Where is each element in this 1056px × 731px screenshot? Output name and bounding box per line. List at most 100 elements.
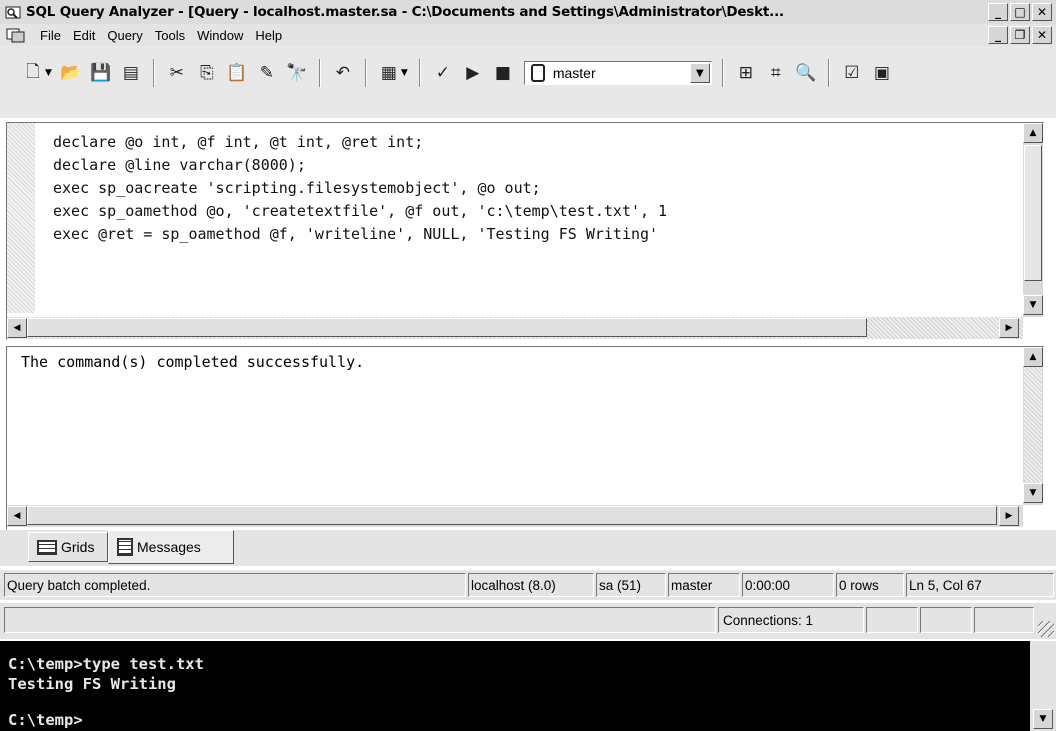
editor-gutter xyxy=(7,123,35,313)
chevron-down-icon[interactable]: ▼ xyxy=(689,63,710,83)
copy-icon[interactable]: ⎘ xyxy=(194,60,220,86)
menu-window[interactable]: Window xyxy=(191,28,249,43)
results-tabs: Grids Messages xyxy=(0,530,1056,566)
scroll-thumb[interactable] xyxy=(1024,145,1042,281)
execution-plan-icon[interactable]: 🔍 xyxy=(793,60,819,86)
toolbar-separator xyxy=(418,59,421,87)
tab-messages-label: Messages xyxy=(137,539,201,555)
document-window-icon[interactable] xyxy=(6,27,26,43)
code-line: exec @ret = sp_oamethod @f, 'writeline',… xyxy=(53,225,659,243)
console-line: C:\temp>type test.txt xyxy=(8,655,204,673)
close-window-button[interactable]: ✕ xyxy=(1032,3,1052,21)
insert-template-icon[interactable]: ▤ xyxy=(118,60,144,86)
find-icon[interactable]: 🔭 xyxy=(284,60,310,86)
properties-icon[interactable]: ☑ xyxy=(839,60,865,86)
resize-grip-icon[interactable] xyxy=(1038,621,1054,637)
new-query-dropdown-icon[interactable]: ▼ xyxy=(45,68,52,78)
undo-icon[interactable]: ↶ xyxy=(330,60,356,86)
window-title: SQL Query Analyzer - [Query - localhost.… xyxy=(26,4,784,20)
status-empty-panel xyxy=(920,607,972,633)
document-close-button[interactable]: ✕ xyxy=(1032,26,1052,44)
results-horizontal-scrollbar[interactable]: ◀ ▶ xyxy=(7,505,1023,527)
status-empty-panel xyxy=(866,607,918,633)
result-message: The command(s) completed successfully. xyxy=(21,353,365,371)
console-scrollbar[interactable]: ▼ xyxy=(1030,641,1056,731)
toolbar-separator xyxy=(152,59,155,87)
scroll-left-icon[interactable]: ◀ xyxy=(7,318,27,338)
scroll-up-icon[interactable]: ▲ xyxy=(1023,347,1043,367)
scroll-left-icon[interactable]: ◀ xyxy=(7,506,27,526)
status-message: Query batch completed. xyxy=(4,573,466,597)
tab-grids[interactable]: Grids xyxy=(28,532,108,562)
scroll-down-icon[interactable]: ▼ xyxy=(1033,709,1053,729)
menu-query[interactable]: Query xyxy=(101,28,148,43)
scroll-up-icon[interactable]: ▲ xyxy=(1023,123,1043,143)
code-line: declare @line varchar(8000); xyxy=(53,156,306,174)
menu-tools[interactable]: Tools xyxy=(149,28,191,43)
code-line: exec sp_oacreate 'scripting.filesystemob… xyxy=(53,179,541,197)
menu-file[interactable]: File xyxy=(34,28,67,43)
minimize-window-button[interactable]: _ xyxy=(988,3,1008,21)
database-icon xyxy=(530,64,545,82)
results-mode-icon[interactable]: ▦ xyxy=(376,60,402,86)
scroll-thumb[interactable] xyxy=(27,506,997,525)
toolbar-separator xyxy=(827,59,830,87)
menu-help[interactable]: Help xyxy=(249,28,288,43)
save-icon[interactable]: 💾 xyxy=(88,60,114,86)
status-position: Ln 5, Col 67 xyxy=(906,573,1054,597)
document-minimize-button[interactable]: _ xyxy=(988,26,1008,44)
execute-icon[interactable]: ▶ xyxy=(460,60,486,86)
scroll-down-icon[interactable]: ▼ xyxy=(1023,483,1043,503)
editor-vertical-scrollbar[interactable]: ▲ ▼ xyxy=(1023,123,1043,317)
results-pane[interactable]: The command(s) completed successfully. ▲… xyxy=(6,346,1044,530)
status-rows: 0 rows xyxy=(836,573,904,597)
new-query-icon[interactable]: 🗋 xyxy=(20,60,46,86)
scroll-right-icon[interactable]: ▶ xyxy=(999,318,1019,338)
toolbar-separator xyxy=(364,59,367,87)
status-server: localhost (8.0) xyxy=(468,573,594,597)
object-search-icon[interactable]: ⌗ xyxy=(763,60,789,86)
tab-messages[interactable]: Messages xyxy=(108,530,234,564)
grid-icon xyxy=(37,539,57,555)
command-prompt[interactable]: C:\temp>type test.txt Testing FS Writing… xyxy=(0,641,1056,731)
messages-icon xyxy=(117,538,133,556)
scroll-down-icon[interactable]: ▼ xyxy=(1023,295,1043,315)
status-bar-secondary: Connections: 1 xyxy=(0,603,1056,639)
scroll-track[interactable] xyxy=(1024,367,1042,485)
show-results-icon[interactable]: ▣ xyxy=(869,60,895,86)
open-icon[interactable]: 📂 xyxy=(58,60,84,86)
results-mode-dropdown-icon[interactable]: ▼ xyxy=(401,68,408,78)
clear-window-icon[interactable]: ✎ xyxy=(254,60,280,86)
toolbar-separator xyxy=(318,59,321,87)
status-user: sa (51) xyxy=(596,573,666,597)
maximize-window-button[interactable]: □ xyxy=(1010,3,1030,21)
results-vertical-scrollbar[interactable]: ▲ ▼ xyxy=(1023,347,1043,505)
query-editor[interactable]: declare @o int, @f int, @t int, @ret int… xyxy=(6,122,1044,340)
scroll-right-icon[interactable]: ▶ xyxy=(999,506,1019,526)
object-browser-icon[interactable]: ⊞ xyxy=(733,60,759,86)
parse-icon[interactable]: ✓ xyxy=(430,60,456,86)
status-empty-panel xyxy=(974,607,1034,633)
paste-icon[interactable]: 📋 xyxy=(224,60,250,86)
toolbar-separator xyxy=(721,59,724,87)
database-selector-value: master xyxy=(552,65,596,81)
query-text[interactable]: declare @o int, @f int, @t int, @ret int… xyxy=(53,131,667,246)
menu-bar: File Edit Query Tools Window Help _ ❐ ✕ xyxy=(0,24,1056,46)
tab-grids-label: Grids xyxy=(61,539,95,555)
scroll-thumb[interactable] xyxy=(27,318,867,337)
console-line: Testing FS Writing xyxy=(8,675,176,693)
cancel-icon[interactable]: ■ xyxy=(490,60,516,86)
document-caption-buttons: _ ❐ ✕ xyxy=(986,26,1052,44)
document-restore-button[interactable]: ❐ xyxy=(1010,26,1030,44)
menu-edit[interactable]: Edit xyxy=(67,28,101,43)
editor-horizontal-scrollbar[interactable]: ◀ ▶ xyxy=(7,317,1023,339)
status-elapsed: 0:00:00 xyxy=(742,573,834,597)
status-database: master xyxy=(668,573,740,597)
code-line: exec sp_oamethod @o, 'createtextfile', @… xyxy=(53,202,668,220)
cut-icon[interactable]: ✂ xyxy=(164,60,190,86)
database-selector[interactable]: master ▼ xyxy=(523,61,712,85)
code-line: declare @o int, @f int, @t int, @ret int… xyxy=(53,133,424,151)
title-bar: SQL Query Analyzer - [Query - localhost.… xyxy=(0,0,1056,24)
status-connections: Connections: 1 xyxy=(718,607,864,633)
query-analyzer-icon xyxy=(5,6,21,19)
